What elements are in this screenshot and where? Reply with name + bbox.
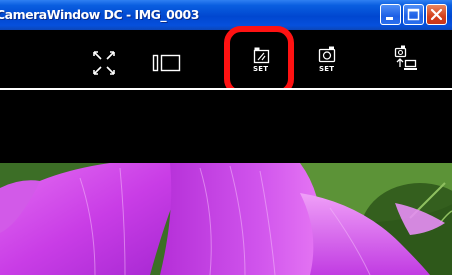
camera-set-label: SET	[319, 65, 335, 73]
viewer-background	[0, 90, 452, 163]
split-view-button[interactable]	[150, 30, 184, 88]
window-title: CameraWindow DC - IMG_0003	[0, 7, 199, 22]
close-button[interactable]	[426, 4, 447, 25]
camera-set-button[interactable]: SET	[315, 30, 341, 88]
close-icon	[430, 8, 443, 21]
minimize-button[interactable]	[380, 4, 401, 25]
minimize-icon	[386, 17, 393, 20]
fullscreen-button[interactable]	[90, 30, 120, 88]
title-bar[interactable]: CameraWindow DC - IMG_0003	[0, 0, 452, 30]
maximize-button[interactable]	[403, 4, 424, 25]
camerawindow-app: CameraWindow DC - IMG_0003 SET SET	[0, 0, 452, 275]
highlight-circle	[224, 26, 294, 96]
transfer-to-computer-icon	[394, 45, 417, 70]
camera-set-icon	[318, 46, 336, 63]
fullscreen-arrows-icon	[93, 51, 115, 75]
photo-preview[interactable]	[0, 163, 452, 275]
viewer-toolbar: SET SET	[0, 26, 452, 96]
transfer-button[interactable]	[392, 30, 422, 88]
pink-flower-image	[0, 163, 452, 275]
split-view-icon	[152, 54, 181, 72]
screen-margin	[452, 0, 457, 275]
maximize-icon	[407, 8, 420, 21]
